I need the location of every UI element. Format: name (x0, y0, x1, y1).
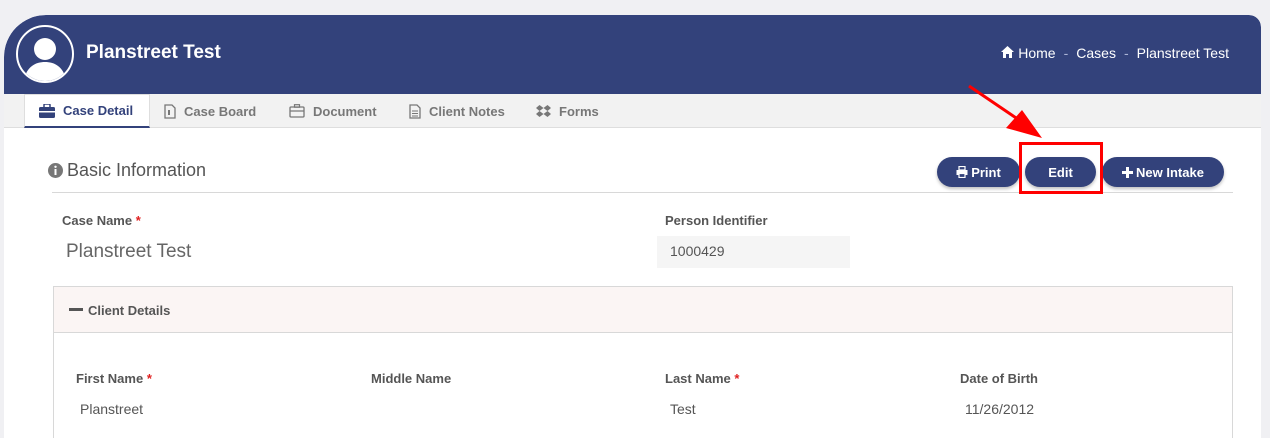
first-name-value: Planstreet (80, 401, 144, 417)
case-name-value: Planstreet Test (66, 241, 192, 262)
client-details-title: Client Details (88, 303, 171, 318)
minus-icon[interactable] (69, 308, 83, 311)
first-name-label: First Name * (76, 371, 152, 386)
person-identifier-field: 1000429 (657, 236, 850, 268)
last-name-label: Last Name * (665, 371, 740, 386)
client-details-header[interactable]: Client Details (54, 287, 1232, 333)
middle-name-label: Middle Name (371, 371, 452, 386)
date-of-birth-value: 11/26/2012 (965, 401, 1035, 417)
person-identifier-label: Person Identifier (665, 213, 768, 228)
case-name-label: Case Name * (62, 213, 141, 228)
client-details-panel: Client Details (53, 286, 1233, 438)
last-name-value: Test (670, 401, 696, 417)
date-of-birth-label: Date of Birth (960, 371, 1038, 386)
